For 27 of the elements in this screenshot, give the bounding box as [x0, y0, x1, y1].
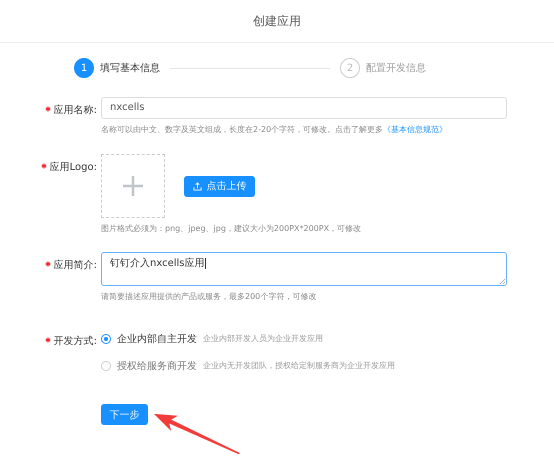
next-button[interactable]: 下一步 — [101, 404, 148, 425]
input-field[interactable]: nxcells — [101, 97, 507, 119]
field-label: 应用名称: — [54, 104, 97, 117]
textarea-field[interactable]: 钉钉介入nxcells应用 — [101, 252, 507, 286]
page-title: 创建应用 — [253, 12, 301, 30]
hint-text: 名称可以由中文、数字及英文组成，长度在2-20个字符，可修改。点击了解更多《基本信息规范》 — [101, 124, 448, 135]
field-label: 应用简介: — [54, 258, 97, 272]
step-label: 填写基本信息 — [100, 62, 160, 75]
radio-label[interactable]: 企业内部自主开发 — [117, 332, 197, 346]
radio-button[interactable] — [101, 360, 111, 370]
upload-button[interactable]: 点击上传 — [184, 176, 255, 196]
step-number: 2 — [340, 58, 360, 78]
upload-icon — [192, 182, 202, 190]
field-label: 开发方式: — [54, 334, 97, 348]
option-description: 企业内无开发团队，授权给定制服务商为企业开发应用 — [203, 360, 395, 371]
hint-text: 图片格式必须为：png、jpeg、jpg，建议大小为200PX*200PX，可修改 — [101, 223, 362, 234]
radio-label[interactable]: 授权给服务商开发 — [117, 358, 197, 372]
radio-button[interactable] — [101, 334, 111, 344]
hint-text: 请简要描述应用提供的产品或服务，最多200个字符，可修改 — [101, 291, 318, 302]
rules-link[interactable]: 《基本信息规范》 — [383, 125, 448, 134]
step-number: 1 — [74, 58, 94, 78]
upload-area[interactable] — [101, 154, 165, 218]
option-description: 企业内部开发人员为企业开发应用 — [203, 333, 323, 344]
step-label: 配置开发信息 — [366, 62, 426, 75]
plus-icon — [123, 176, 143, 196]
resize-handle-icon[interactable] — [499, 278, 505, 284]
field-label: 应用Logo: — [50, 160, 97, 174]
